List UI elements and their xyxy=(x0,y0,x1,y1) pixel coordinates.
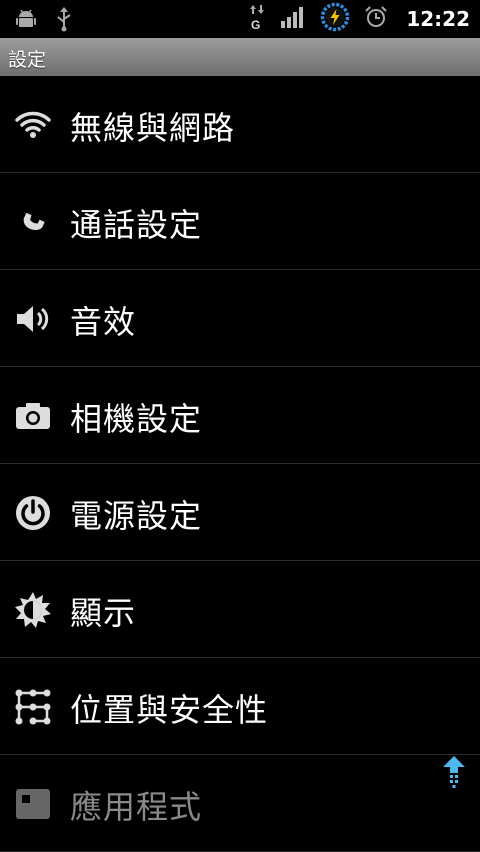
settings-item-sound[interactable]: 音效 xyxy=(0,270,480,367)
settings-item-label: 通話設定 xyxy=(70,206,203,244)
settings-item-label: 音效 xyxy=(70,303,137,341)
settings-item-label: 電源設定 xyxy=(70,497,203,535)
alarm-clock-icon xyxy=(364,5,388,33)
settings-item-label: 顯示 xyxy=(70,594,137,632)
page-title: 設定 xyxy=(8,49,47,71)
android-debug-icon xyxy=(14,7,38,35)
settings-item-applications[interactable]: 應用程式 xyxy=(0,755,480,852)
speaker-icon xyxy=(14,300,52,338)
title-bar: 設定 xyxy=(0,38,480,76)
settings-item-label: 應用程式 xyxy=(70,788,203,826)
power-icon xyxy=(14,494,52,532)
settings-item-label: 相機設定 xyxy=(70,400,203,438)
settings-item-location-security[interactable]: 位置與安全性 xyxy=(0,658,480,755)
settings-item-display[interactable]: 顯示 xyxy=(0,561,480,658)
brightness-icon xyxy=(14,591,52,629)
settings-item-label: 位置與安全性 xyxy=(70,691,269,729)
status-bar: G 12:22 xyxy=(0,0,480,38)
settings-item-camera-settings[interactable]: 相機設定 xyxy=(0,367,480,464)
status-time: 12:22 xyxy=(406,7,470,31)
scroll-up-icon[interactable] xyxy=(442,755,466,789)
camera-icon xyxy=(14,397,52,435)
data-transfer-g-icon: G xyxy=(248,3,266,35)
settings-item-label: 無線與網路 xyxy=(70,109,236,147)
phone-icon xyxy=(14,203,52,241)
applications-icon xyxy=(14,785,52,823)
settings-item-call-settings[interactable]: 通話設定 xyxy=(0,173,480,270)
settings-item-wireless-networks[interactable]: 無線與網路 xyxy=(0,76,480,173)
battery-charging-icon xyxy=(320,2,350,36)
settings-item-power-settings[interactable]: 電源設定 xyxy=(0,464,480,561)
settings-list: 無線與網路 通話設定 音效 相機設定 電源設定 顯示 位置與安全性 應用程式 xyxy=(0,76,480,852)
location-lock-icon xyxy=(14,688,52,726)
svg-text:G: G xyxy=(251,18,260,31)
wifi-icon xyxy=(14,106,52,144)
usb-icon xyxy=(54,6,74,36)
signal-bars-icon xyxy=(280,5,306,33)
